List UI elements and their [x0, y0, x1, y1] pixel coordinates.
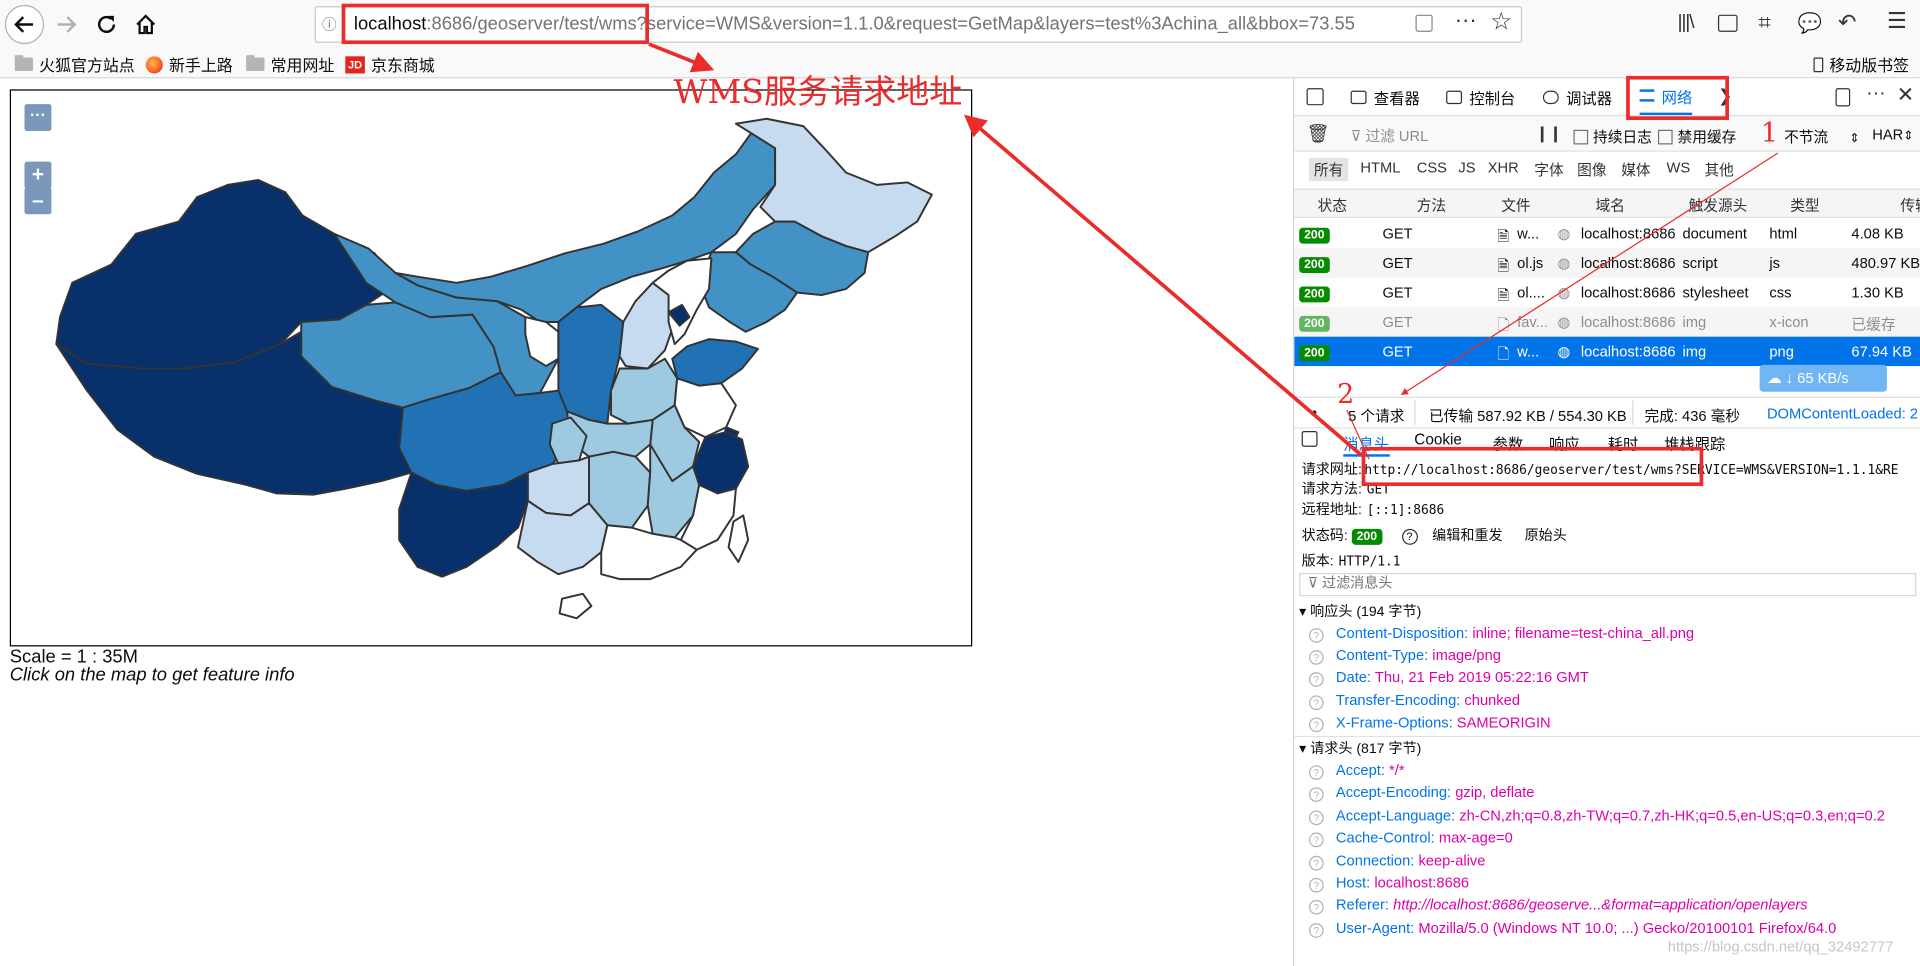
arrow-url-to-title — [648, 42, 715, 73]
arrow-one — [1400, 152, 1779, 396]
annotation-arrows — [648, 42, 1779, 460]
arrow-request-to-title — [964, 114, 1363, 457]
